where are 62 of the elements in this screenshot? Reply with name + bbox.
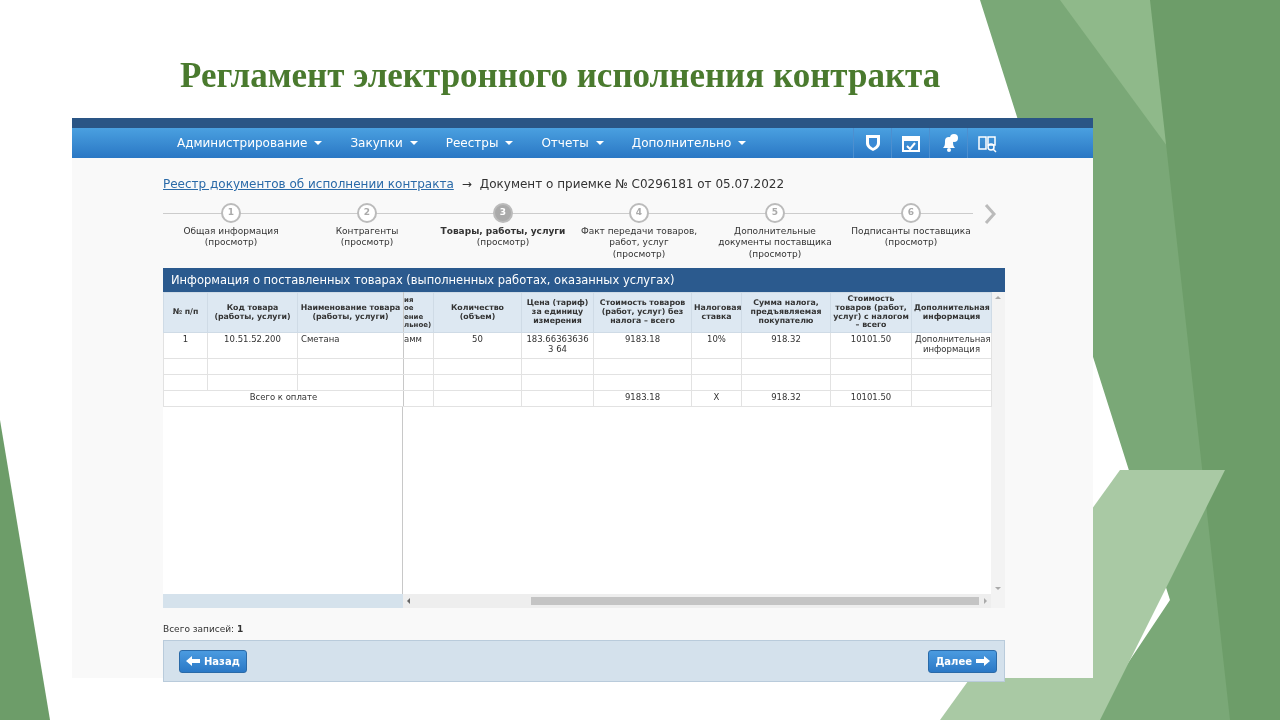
table-cell: 10101.50 bbox=[830, 390, 912, 407]
step-circle[interactable]: 4 bbox=[629, 203, 649, 223]
step-label[interactable]: Подписанты поставщика bbox=[851, 226, 971, 238]
table-cell: 10.51.52.200 bbox=[207, 332, 298, 359]
nav-menu-item[interactable]: Отчеты bbox=[541, 134, 604, 152]
nav-menu-item[interactable]: Администрирование bbox=[177, 134, 323, 152]
table-cell: 50 bbox=[433, 332, 522, 359]
nav-menu-item[interactable]: Реестры bbox=[445, 134, 514, 152]
step-circle[interactable]: 6 bbox=[901, 203, 921, 223]
caret-icon bbox=[505, 141, 514, 145]
step-status: (просмотр) bbox=[884, 237, 938, 249]
slide-title: Регламент электронного исполнения контракта bbox=[179, 55, 942, 97]
caret-icon bbox=[738, 141, 747, 145]
step-label[interactable]: Дополнительные документы поставщика bbox=[709, 226, 841, 249]
caret-icon bbox=[314, 141, 323, 145]
step-status: (просмотр) bbox=[340, 237, 394, 249]
table-cell: 918.32 bbox=[741, 390, 831, 407]
step-circle[interactable]: 1 bbox=[221, 203, 241, 223]
step-status: (просмотр) bbox=[476, 237, 530, 249]
step-circle[interactable]: 5 bbox=[765, 203, 785, 223]
table-cell: 9183.18 bbox=[593, 332, 692, 359]
table-cell: 10% bbox=[691, 332, 742, 359]
scroll-up-icon[interactable] bbox=[995, 296, 1001, 299]
caret-icon bbox=[409, 141, 418, 145]
records-count: Всего записей: 1 bbox=[163, 623, 245, 636]
horizontal-scrollbar[interactable] bbox=[403, 594, 991, 608]
step-label[interactable]: Факт передачи товаров, работ, услуг bbox=[573, 226, 705, 249]
step-label[interactable]: Товары, работы, услуги bbox=[440, 226, 566, 238]
step-status: (просмотр) bbox=[204, 237, 258, 249]
step-label[interactable]: Общая информация bbox=[183, 226, 279, 238]
scroll-down-icon[interactable] bbox=[995, 587, 1001, 590]
table-cell: 9183.18 bbox=[593, 390, 692, 407]
breadcrumb-current: Документ о приемке № С0296181 от 05.07.2022 bbox=[479, 176, 785, 193]
back-button[interactable]: Назад bbox=[179, 649, 247, 673]
next-button[interactable]: Далее bbox=[928, 649, 997, 673]
vertical-scrollbar[interactable] bbox=[991, 292, 1005, 608]
calendar-icon[interactable] bbox=[900, 133, 921, 153]
step-status: (просмотр) bbox=[748, 248, 802, 260]
total-label: Всего к оплате bbox=[163, 390, 404, 407]
arrow-right-icon bbox=[976, 656, 990, 666]
caret-icon bbox=[595, 141, 604, 145]
table-cell: 183.663636363 64 bbox=[521, 332, 594, 359]
chevron-right-icon[interactable] bbox=[983, 203, 997, 225]
table-cell: 10101.50 bbox=[830, 332, 912, 359]
arrow-left-icon bbox=[186, 656, 200, 666]
table-cell: 918.32 bbox=[741, 332, 831, 359]
step-status: (просмотр) bbox=[612, 248, 666, 260]
step-circle[interactable]: 3 bbox=[493, 203, 513, 223]
table-cell: амм bbox=[403, 332, 434, 359]
scroll-right-icon[interactable] bbox=[984, 598, 987, 604]
table-cell: Сметана bbox=[297, 332, 404, 359]
table-cell: X bbox=[691, 390, 742, 407]
step-circle[interactable]: 2 bbox=[357, 203, 377, 223]
book-search-icon[interactable] bbox=[976, 133, 997, 153]
breadcrumb-link[interactable]: Реестр документов об исполнении контракта bbox=[163, 175, 454, 193]
breadcrumb-separator: → bbox=[461, 176, 472, 193]
scroll-left-icon[interactable] bbox=[407, 598, 410, 604]
nav-menu-item[interactable]: Дополнительно bbox=[631, 134, 747, 152]
step-label[interactable]: Контрагенты bbox=[335, 226, 399, 238]
nav-menu-item[interactable]: Закупки bbox=[350, 134, 418, 152]
table-cell: 1 bbox=[163, 332, 208, 359]
panel-title: Информация о поставленных товарах (выполненных работах, оказанных услугах) bbox=[163, 268, 1005, 292]
